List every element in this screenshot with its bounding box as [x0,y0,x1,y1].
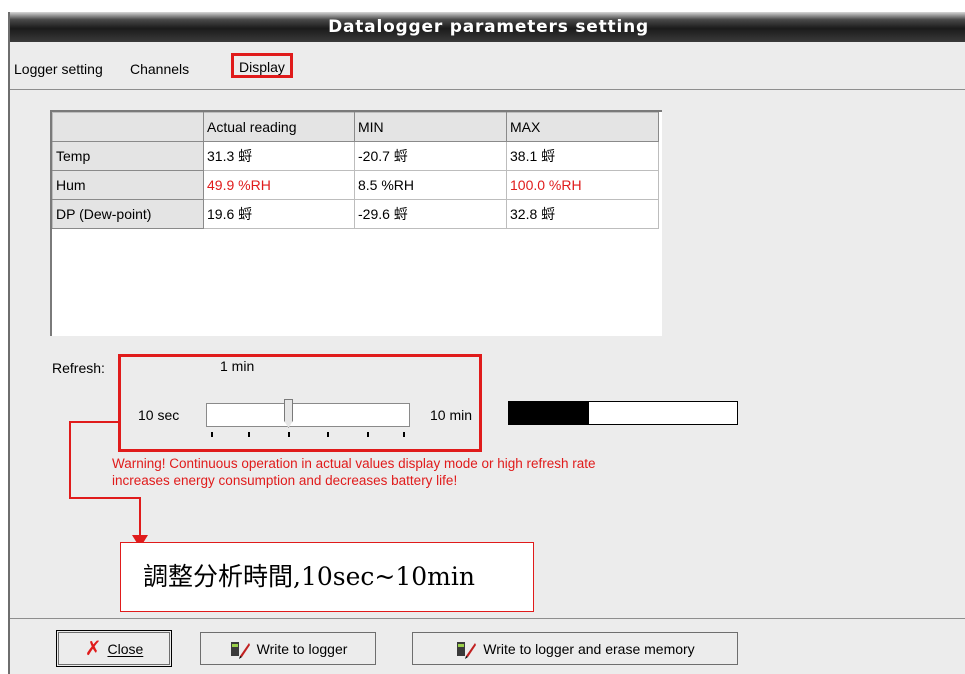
slider-tick [211,432,213,437]
min-cell: -20.7 蛶 [354,141,507,171]
write-to-logger-button[interactable]: Write to logger [200,632,376,665]
refresh-slider-track[interactable] [206,403,410,427]
write-and-erase-button[interactable]: Write to logger and erase memory [412,632,738,665]
grid-header-row: Actual reading MIN MAX [52,112,659,142]
column-header-actual: Actual reading [203,112,355,142]
row-header: DP (Dew-point) [52,199,204,229]
warning-line: Warning! Continuous operation in actual … [112,456,596,471]
close-button[interactable]: ✗ Close [56,630,172,667]
tab-display[interactable]: Display [231,53,293,78]
slider-tick [403,432,405,437]
table-row: DP (Dew-point) 19.6 蛶 -29.6 蛶 32.8 蛶 [52,199,659,229]
write-logger-icon [230,641,250,659]
window-title: Datalogger parameters setting [328,17,649,37]
actual-cell: 19.6 蛶 [203,199,355,229]
dialog-window: Datalogger parameters setting Logger set… [8,12,965,674]
slider-tick [288,432,290,437]
slider-min-label: 10 sec [138,407,180,423]
table-row: Temp 31.3 蛶 -20.7 蛶 38.1 蛶 [52,141,659,171]
column-header-max: MAX [506,112,659,142]
actual-cell: 31.3 蛶 [203,141,355,171]
row-header: Temp [52,141,204,171]
max-cell: 32.8 蛶 [506,199,659,229]
row-header: Hum [52,170,204,200]
annotation-callout: 調整分析時間,10sec~10min [120,542,534,612]
write-button-label: Write to logger [256,640,348,657]
annotation-connector [69,421,71,499]
slider-tick [248,432,250,437]
refresh-label: Refresh: [52,360,105,376]
annotation-connector [139,497,141,537]
min-cell: -29.6 蛶 [354,199,507,229]
actual-cell: 49.9 %RH [203,170,355,200]
battery-warning: Warning! Continuous operation in actual … [112,455,732,489]
min-cell: 8.5 %RH [354,170,507,200]
refresh-current-value: 1 min [220,358,255,374]
column-header-min: MIN [354,112,507,142]
title-bar[interactable]: Datalogger parameters setting [10,12,965,42]
close-button-label: Close [107,640,144,657]
slider-tick [327,432,329,437]
bottom-divider [10,618,965,619]
write-erase-button-label: Write to logger and erase memory [483,640,695,657]
max-cell: 100.0 %RH [506,170,659,200]
tab-divider [10,89,965,90]
close-icon: ✗ [84,637,102,660]
readings-grid: Actual reading MIN MAX Temp 31.3 蛶 -20.7… [50,110,662,336]
tab-logger-setting[interactable]: Logger setting [14,59,103,80]
battery-level-fill [509,402,589,424]
tab-channels[interactable]: Channels [130,59,189,80]
annotation-connector [70,421,118,423]
write-logger-icon [457,641,477,659]
max-cell: 38.1 蛶 [506,141,659,171]
battery-level-bar [508,401,738,425]
slider-tick [367,432,369,437]
table-row: Hum 49.9 %RH 8.5 %RH 100.0 %RH [52,170,659,200]
tab-strip: Logger setting Channels Display [10,50,965,90]
warning-line: increases energy consumption and decreas… [112,473,458,488]
grid-corner-cell [52,112,204,142]
slider-max-label: 10 min [430,407,473,423]
annotation-connector [69,497,141,499]
